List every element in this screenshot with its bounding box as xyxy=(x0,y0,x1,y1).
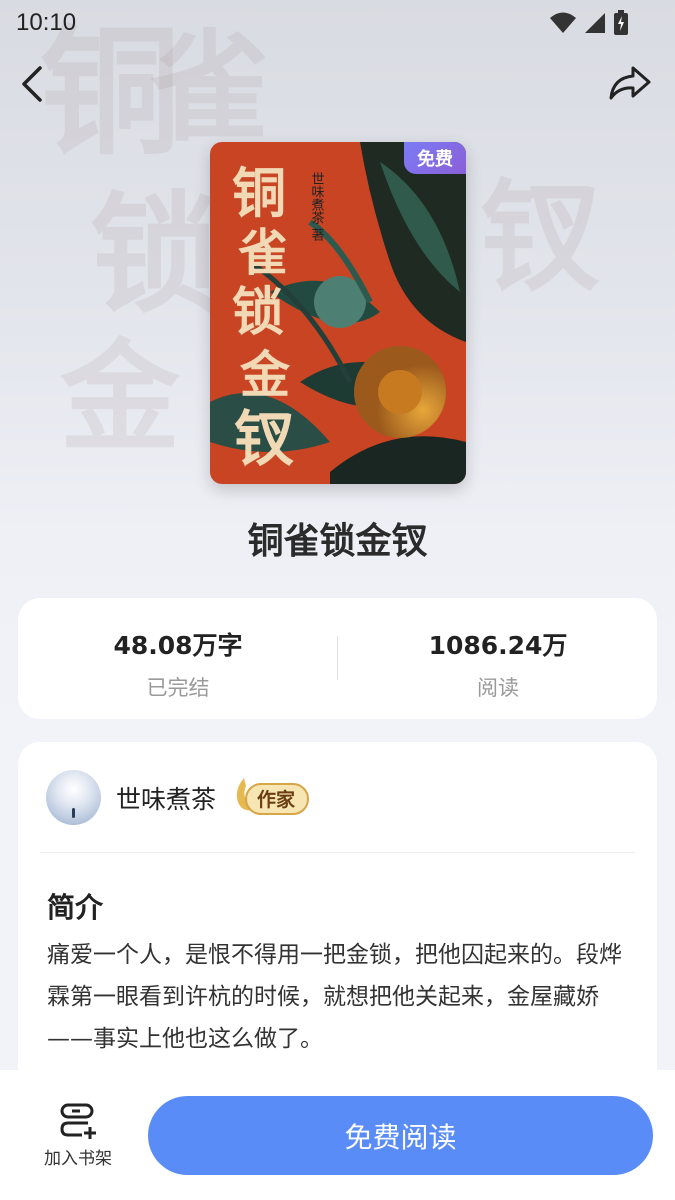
author-avatar[interactable] xyxy=(46,770,101,825)
bookshelf-add-icon xyxy=(60,1103,96,1139)
cover-title-char-5: 钗 xyxy=(234,405,294,475)
free-read-button[interactable]: 免费阅读 xyxy=(148,1096,653,1175)
stats-card: 48.08万字 已完结 1086.24万 阅读 xyxy=(18,598,657,719)
book-cover[interactable]: 铜 雀 锁 金 钗 世味煮茶 著 免费 xyxy=(210,142,466,484)
share-icon xyxy=(609,66,651,100)
cover-title-char-1: 铜 xyxy=(232,161,286,225)
share-button[interactable] xyxy=(607,64,653,104)
signal-icon xyxy=(585,13,605,33)
word-count-stat: 48.08万字 已完结 xyxy=(18,626,338,702)
read-count-label: 阅读 xyxy=(477,676,519,700)
read-count-stat: 1086.24万 阅读 xyxy=(338,626,658,702)
free-badge: 免费 xyxy=(404,142,466,174)
cover-author-vertical: 世味煮茶 著 xyxy=(309,172,325,243)
battery-icon xyxy=(614,10,628,35)
status-time: 10:10 xyxy=(16,9,77,36)
status-bar: 10:10 xyxy=(0,0,675,46)
back-button[interactable] xyxy=(14,62,54,106)
intro-heading: 简介 xyxy=(47,891,104,924)
bottom-action-bar: 加入书架 免费阅读 xyxy=(0,1070,675,1200)
completion-status-label: 已完结 xyxy=(146,676,210,700)
add-to-shelf-button[interactable]: 加入书架 xyxy=(34,1102,122,1174)
add-to-shelf-label: 加入书架 xyxy=(44,1149,112,1169)
wifi-icon xyxy=(550,12,576,33)
book-title: 铜雀锁金钗 xyxy=(247,521,428,562)
info-divider xyxy=(40,852,635,853)
read-count-value: 1086.24万 xyxy=(428,631,568,660)
cover-title-char-2: 雀 xyxy=(238,223,288,282)
word-count-value: 48.08万字 xyxy=(113,631,243,660)
author-name[interactable]: 世味煮茶 xyxy=(116,780,216,816)
intro-text: 痛爱一个人，是恨不得用一把金锁，把他囚起来的。段烨霖第一眼看到许杭的时候，就想把… xyxy=(47,942,622,1052)
author-badge: 作家 xyxy=(236,778,309,815)
cover-title-char-4: 金 xyxy=(240,345,291,404)
cover-title-char-3: 锁 xyxy=(232,282,284,343)
author-badge-label: 作家 xyxy=(257,788,296,811)
cover-artwork: 铜 雀 锁 金 钗 世味煮茶 著 xyxy=(210,142,466,484)
status-icons xyxy=(549,10,629,36)
back-icon xyxy=(22,66,42,102)
